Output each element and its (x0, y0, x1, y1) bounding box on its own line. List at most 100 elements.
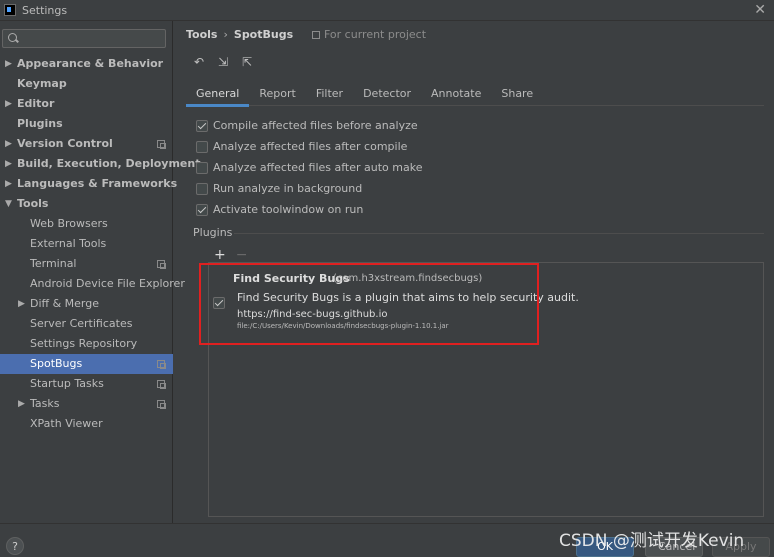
sidebar-item-terminal[interactable]: Terminal (0, 254, 173, 274)
plugin-id: (com.h3xstream.findsecbugs) (333, 273, 483, 284)
search-icon (6, 31, 22, 47)
sidebar-item-appearance-behavior[interactable]: ▶ Appearance & Behavior (0, 54, 173, 74)
option-checkbox[interactable] (196, 119, 208, 132)
plugin-enabled-checkbox[interactable] (213, 297, 225, 309)
sidebar-item-version-control[interactable]: ▶ Version Control (0, 134, 173, 154)
option-label: Run analyze in background (213, 182, 363, 195)
sidebar-item-label: Keymap (17, 77, 67, 90)
close-icon[interactable]: ✕ (754, 2, 766, 18)
option-row[interactable]: Compile affected files before analyze (196, 115, 423, 136)
option-row[interactable]: Run analyze in background (196, 178, 423, 199)
plugin-url[interactable]: https://find-sec-bugs.github.io (237, 309, 387, 320)
title-bar: Settings ✕ (0, 0, 774, 21)
sidebar-item-label: Appearance & Behavior (17, 57, 164, 70)
sidebar-item-label: Terminal (30, 257, 77, 270)
collapsed-arrow-icon[interactable]: ▶ (5, 134, 12, 154)
tab-general[interactable]: General (186, 84, 250, 107)
sidebar-item-label: External Tools (30, 237, 107, 250)
plugin-item[interactable]: Find Security Bugs (com.h3xstream.findse… (209, 263, 763, 333)
collapsed-arrow-icon[interactable]: ▶ (18, 294, 25, 314)
sidebar-item-editor[interactable]: ▶ Editor (0, 94, 173, 114)
option-row[interactable]: Analyze affected files after compile (196, 136, 423, 157)
option-label: Activate toolwindow on run (213, 203, 364, 216)
sidebar-item-label: Startup Tasks (30, 377, 104, 390)
sidebar-item-label: Server Certificates (30, 317, 133, 330)
breadcrumb-separator: › (223, 28, 228, 41)
settings-search[interactable] (2, 29, 166, 48)
search-input[interactable] (22, 32, 162, 45)
sidebar-item-label: Web Browsers (30, 217, 108, 230)
sidebar-item-xpath-viewer[interactable]: XPath Viewer (0, 414, 173, 434)
reset-icon[interactable]: ↶ (192, 55, 206, 69)
project-icon (312, 30, 320, 39)
option-checkbox[interactable] (196, 161, 208, 174)
settings-sidebar: ▶ Appearance & Behavior Keymap ▶ Editor Plugi… (0, 21, 200, 523)
plugin-file-path: file:/C:/Users/Kevin/Downloads/findsecbu… (237, 322, 449, 330)
option-row[interactable]: Activate toolwindow on run (196, 199, 423, 220)
sidebar-item-external-tools[interactable]: External Tools (0, 234, 173, 254)
plugins-divider (234, 233, 764, 234)
tab-annotate[interactable]: Annotate (421, 84, 491, 106)
window-title: Settings (22, 3, 68, 17)
sidebar-item-build-execution-deployment[interactable]: ▶ Build, Execution, Deployment (0, 154, 200, 174)
help-button[interactable]: ? (6, 537, 24, 555)
sidebar-item-label: Settings Repository (30, 337, 138, 350)
remove-plugin-button[interactable]: − (236, 247, 248, 263)
sidebar-item-settings-repository[interactable]: Settings Repository (0, 334, 173, 354)
scope-text: For current project (324, 28, 427, 41)
add-plugin-button[interactable]: + (214, 247, 226, 263)
plugins-section-label: Plugins (193, 226, 233, 239)
breadcrumb-current: SpotBugs (233, 28, 294, 41)
general-options: Compile affected files before analyze Ana… (196, 115, 423, 220)
plugin-description: Find Security Bugs is a plugin that aims… (237, 291, 579, 304)
import-icon[interactable]: ⇲ (216, 55, 230, 69)
sidebar-item-label: Tools (17, 197, 49, 210)
sidebar-item-label: Tasks (30, 397, 60, 410)
sidebar-item-server-certificates[interactable]: Server Certificates (0, 314, 173, 334)
sidebar-item-android-device-file-explorer[interactable]: Android Device File Explorer (0, 274, 185, 294)
sidebar-item-keymap[interactable]: Keymap (0, 74, 173, 94)
option-checkbox[interactable] (196, 140, 208, 153)
sidebar-item-label: Diff & Merge (30, 297, 100, 310)
sidebar-item-tools[interactable]: ▼ Tools (0, 194, 173, 214)
project-scope-icon (157, 260, 166, 269)
plugins-toolbar: + − (214, 247, 247, 263)
collapsed-arrow-icon[interactable]: ▶ (5, 174, 12, 194)
sidebar-item-tasks[interactable]: ▶ Tasks (0, 394, 173, 414)
settings-toolbar: ↶ ⇲ ⇱ (192, 55, 254, 69)
sidebar-item-diff-merge[interactable]: ▶ Diff & Merge (0, 294, 173, 314)
option-checkbox[interactable] (196, 203, 208, 216)
export-icon[interactable]: ⇱ (240, 55, 254, 69)
sidebar-item-label: SpotBugs (30, 357, 83, 370)
expanded-arrow-icon[interactable]: ▼ (5, 194, 12, 214)
project-scope-icon (157, 400, 166, 409)
option-row[interactable]: Analyze affected files after auto make (196, 157, 423, 178)
collapsed-arrow-icon[interactable]: ▶ (18, 394, 25, 414)
project-scope-icon (157, 380, 166, 389)
main-panel: Tools › SpotBugs For current project ↶ ⇲… (174, 21, 774, 523)
collapsed-arrow-icon[interactable]: ▶ (5, 94, 12, 114)
sidebar-item-label: Plugins (17, 117, 63, 130)
sidebar-item-startup-tasks[interactable]: Startup Tasks (0, 374, 173, 394)
tab-filter[interactable]: Filter (306, 84, 353, 106)
sidebar-item-languages-frameworks[interactable]: ▶ Languages & Frameworks (0, 174, 177, 194)
breadcrumb-parent[interactable]: Tools (186, 28, 217, 41)
option-label: Analyze affected files after auto make (213, 161, 423, 174)
project-scope-icon (157, 140, 166, 149)
option-label: Compile affected files before analyze (213, 119, 418, 132)
tab-bar: General Report Filter Detector Annotate Share (186, 84, 764, 107)
sidebar-item-label: XPath Viewer (30, 417, 103, 430)
sidebar-item-web-browsers[interactable]: Web Browsers (0, 214, 173, 234)
option-checkbox[interactable] (196, 182, 208, 195)
sidebar-item-spotbugs[interactable]: SpotBugs (0, 354, 173, 374)
collapsed-arrow-icon[interactable]: ▶ (5, 154, 12, 174)
project-scope-icon (157, 360, 166, 369)
breadcrumb: Tools › SpotBugs (186, 28, 293, 41)
tab-share[interactable]: Share (491, 84, 543, 106)
plugin-list: Find Security Bugs (com.h3xstream.findse… (208, 262, 764, 517)
sidebar-item-plugins[interactable]: Plugins (0, 114, 173, 134)
collapsed-arrow-icon[interactable]: ▶ (5, 54, 12, 74)
watermark: CSDN @测试开发Kevin (559, 531, 745, 551)
tab-report[interactable]: Report (249, 84, 305, 106)
tab-detector[interactable]: Detector (353, 84, 421, 106)
